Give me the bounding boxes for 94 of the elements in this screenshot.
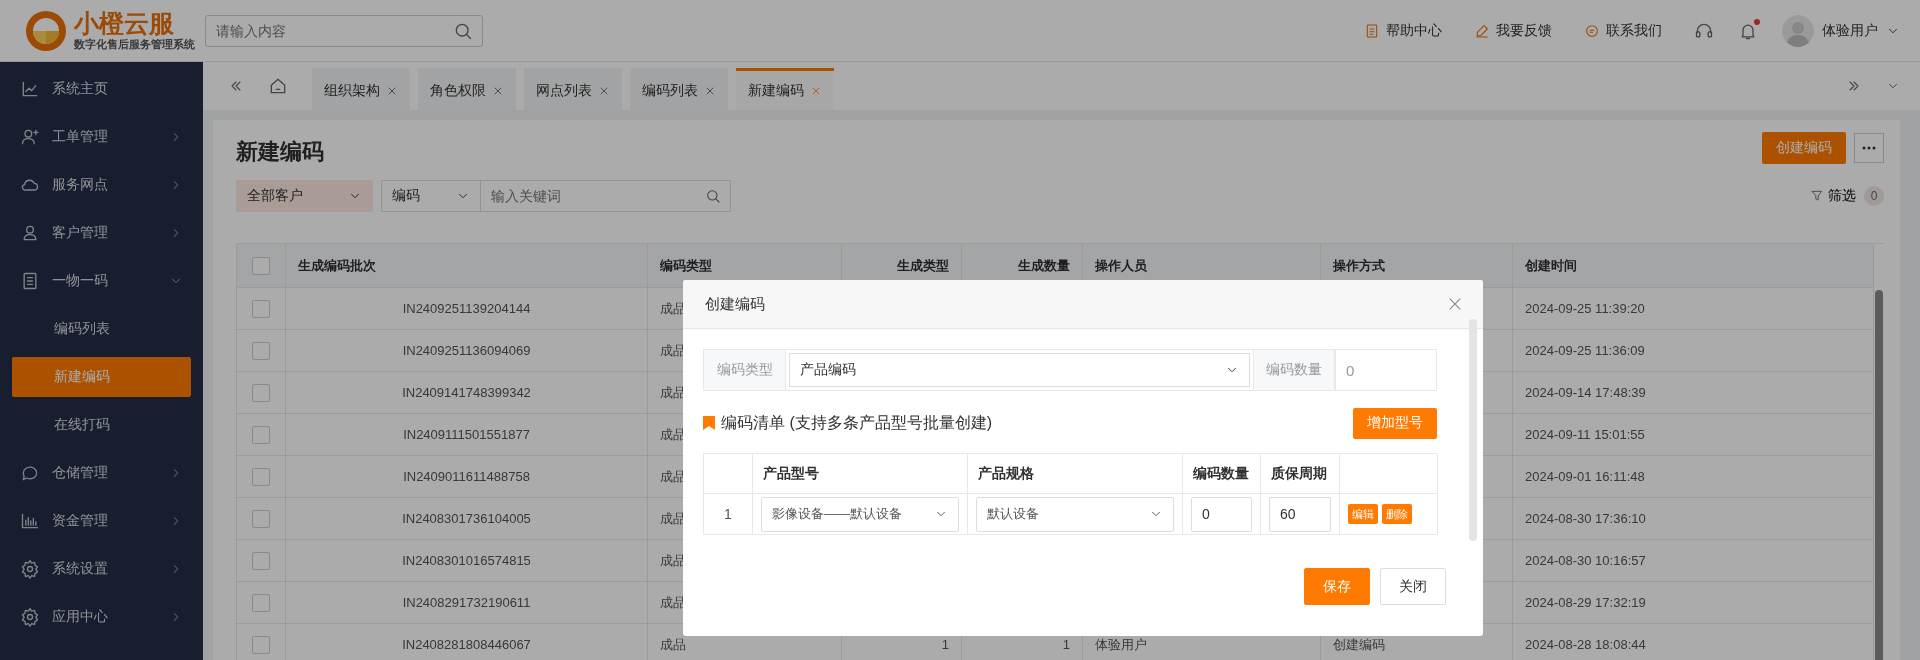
table-cell: 2024-08-28 18:08:44: [1513, 624, 1874, 660]
sidebar-item[interactable]: 一物一码: [0, 257, 203, 305]
table-cell: IN2409141748399342: [286, 372, 648, 414]
table-cell: 2024-09-14 17:48:39: [1513, 372, 1874, 414]
gear-icon: [20, 559, 40, 579]
row-checkbox[interactable]: [252, 299, 270, 318]
table-cell: IN2409011611488758: [286, 456, 648, 498]
filter-button[interactable]: 筛选: [1810, 187, 1856, 205]
row-checkbox[interactable]: [252, 425, 270, 444]
header-link[interactable]: 帮助中心: [1364, 21, 1442, 40]
bookmark-icon: [703, 416, 715, 430]
search-field[interactable]: 请输入内容: [205, 14, 483, 47]
scrollbar[interactable]: [1875, 290, 1883, 660]
sidebar-item[interactable]: 仓储管理: [0, 449, 203, 497]
close-button[interactable]: [1447, 296, 1463, 312]
sidebar-item[interactable]: 系统设置: [0, 545, 203, 593]
header-link[interactable]: 联系我们: [1584, 21, 1662, 40]
row-checkbox[interactable]: [252, 635, 270, 654]
tab[interactable]: 编码列表: [630, 68, 728, 110]
code-count-value: 0: [1335, 350, 1436, 390]
model-select[interactable]: 影像设备——默认设备: [761, 496, 959, 532]
field-label: 编码类型: [704, 350, 786, 390]
chat-icon: [1584, 22, 1600, 39]
warranty-input[interactable]: 60: [1269, 496, 1331, 532]
funnel-icon: [1810, 189, 1824, 203]
table-cell: IN2408291732190611: [286, 582, 648, 624]
row-checkbox[interactable]: [252, 383, 270, 402]
dialog-title: 创建编码: [705, 294, 766, 314]
code-type-select[interactable]: 产品编码: [789, 353, 1250, 387]
tab[interactable]: 组织架构: [312, 68, 410, 110]
page-title: 新建编码: [236, 138, 325, 166]
customer-select[interactable]: 全部客户: [236, 180, 373, 212]
column-header: 质保周期: [1261, 454, 1340, 494]
header-link[interactable]: 我要反馈: [1474, 21, 1552, 40]
sidebar-item[interactable]: 资金管理: [0, 497, 203, 545]
row-checkbox[interactable]: [252, 593, 270, 612]
table-cell: 2024-08-30 17:36:10: [1513, 498, 1874, 540]
more-button[interactable]: [1854, 133, 1884, 163]
more-icon: [1862, 146, 1876, 150]
user-name[interactable]: 体验用户: [1822, 21, 1878, 40]
row-checkbox[interactable]: [252, 551, 270, 570]
bar-chart-icon: [20, 511, 40, 531]
tab[interactable]: 角色权限: [418, 68, 516, 110]
column-header: 创建时间: [1513, 244, 1874, 288]
table-cell: IN2409251136094069: [286, 330, 648, 372]
field-select[interactable]: 编码: [381, 180, 481, 212]
column-header: 生成编码批次: [286, 244, 648, 288]
gear-icon: [20, 607, 40, 627]
table-cell: 2024-09-11 15:01:55: [1513, 414, 1874, 456]
table-cell: 2024-09-25 11:39:20: [1513, 288, 1874, 330]
avatar[interactable]: [1782, 14, 1814, 47]
sidebar-item[interactable]: 工单管理: [0, 113, 203, 161]
select-all-checkbox[interactable]: [252, 256, 270, 275]
logo-tagline: 数字化售后服务管理系统: [74, 37, 195, 52]
keyword-field[interactable]: 输入关键词: [481, 180, 731, 212]
filter-count: 0: [1864, 186, 1884, 206]
tab[interactable]: 新建编码: [736, 68, 834, 110]
sidebar-subitem[interactable]: 在线打码: [12, 405, 191, 445]
column-header: 产品型号: [753, 454, 968, 494]
home-icon: [268, 76, 288, 96]
sidebar-item[interactable]: 应用中心: [0, 593, 203, 641]
count-input[interactable]: 0: [1191, 496, 1252, 532]
user-plus-icon: [20, 127, 40, 147]
close-button[interactable]: 关闭: [1380, 568, 1446, 605]
chat-icon: [20, 463, 40, 483]
column-header: 产品规格: [968, 454, 1183, 494]
table-cell: IN2408301736104005: [286, 498, 648, 540]
table-cell: 2024-09-01 16:11:48: [1513, 456, 1874, 498]
table-cell: 2024-08-29 17:32:19: [1513, 582, 1874, 624]
table-cell: IN2409251139204144: [286, 288, 648, 330]
chart-icon: [20, 79, 40, 99]
table-cell: IN2408301016574815: [286, 540, 648, 582]
sidebar-item[interactable]: 系统主页: [0, 65, 203, 113]
sidebar-subitem[interactable]: 编码列表: [12, 309, 191, 349]
row-checkbox[interactable]: [252, 341, 270, 360]
table-cell: 2024-09-25 11:36:09: [1513, 330, 1874, 372]
pen-icon: [1474, 22, 1490, 39]
table-cell: 2024-08-30 10:16:57: [1513, 540, 1874, 582]
logo-name: 小橙云服: [74, 9, 175, 37]
sidebar-item[interactable]: 服务网点: [0, 161, 203, 209]
row-number: 1: [704, 494, 753, 535]
table-cell: IN2409111501551877: [286, 414, 648, 456]
document-icon: [1364, 22, 1380, 39]
sidebar-item[interactable]: 客户管理: [0, 209, 203, 257]
row-checkbox[interactable]: [252, 467, 270, 486]
spec-select[interactable]: 默认设备: [976, 496, 1174, 532]
search-icon: [705, 188, 721, 204]
logo-icon: [24, 8, 68, 53]
field-label: 编码数量: [1253, 350, 1335, 390]
row-checkbox[interactable]: [252, 509, 270, 528]
table-cell: IN2408281808446067: [286, 624, 648, 660]
tab[interactable]: 网点列表: [524, 68, 622, 110]
column-header: 编码数量: [1183, 454, 1261, 494]
scrollbar[interactable]: [1469, 319, 1477, 541]
